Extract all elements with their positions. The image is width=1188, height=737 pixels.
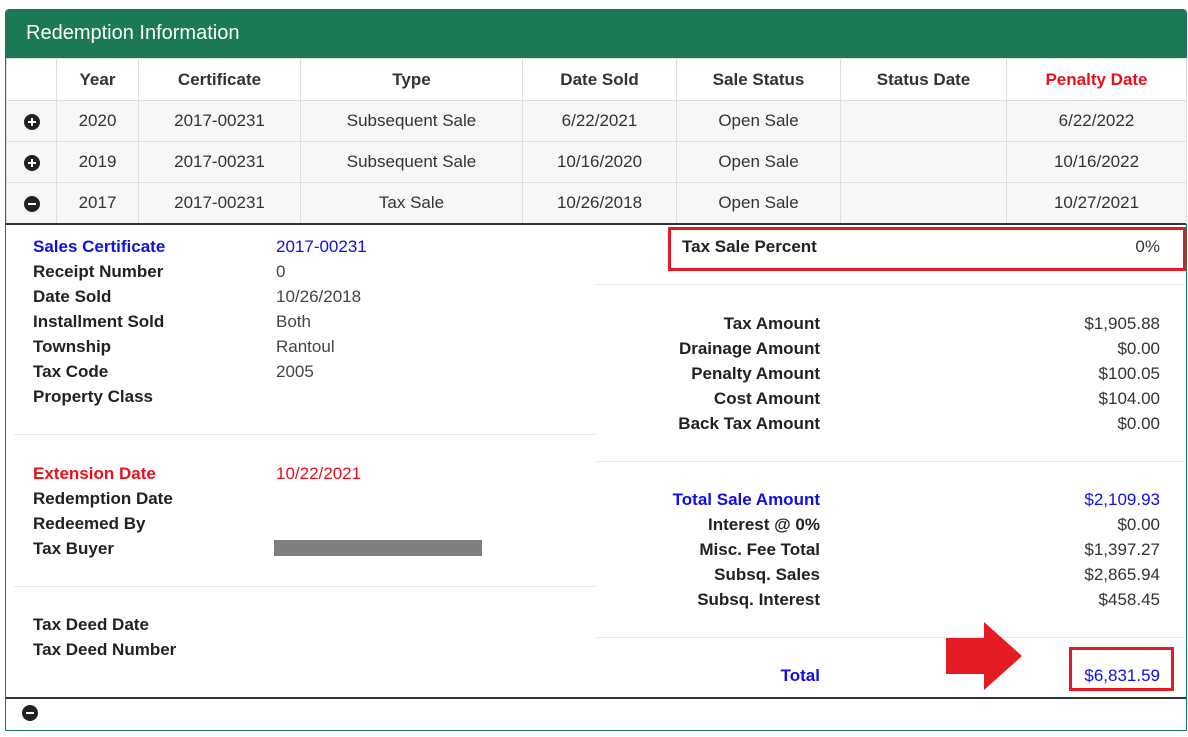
tax-buyer-label: Tax Buyer — [33, 539, 114, 558]
township-label: Township — [33, 337, 112, 356]
divider — [596, 637, 1184, 638]
row-certificate: 2017-00231 — [138, 182, 301, 224]
subsq-interest-value: $458.45 — [1098, 590, 1160, 609]
penalty-amount-label: Penalty Amount — [691, 364, 820, 383]
next-table-row — [5, 697, 1185, 737]
table-row[interactable]: 2019 2017-00231 Subsequent Sale 10/16/20… — [6, 141, 1187, 183]
tax-amount-label: Tax Amount — [723, 314, 820, 333]
collapse-toggle[interactable] — [6, 182, 57, 224]
penalty-amount-value: $100.05 — [1098, 364, 1160, 383]
red-arrow-icon — [946, 622, 1022, 690]
interest-label: Interest @ 0% — [707, 515, 820, 534]
property-class-label: Property Class — [33, 387, 153, 406]
row-type: Subsequent Sale — [300, 100, 523, 142]
tax-amount-value: $1,905.88 — [1084, 314, 1160, 333]
cost-amount-label: Cost Amount — [713, 389, 820, 408]
tax-deed-date-label: Tax Deed Date — [33, 615, 149, 634]
minus-circle-icon[interactable] — [23, 195, 40, 212]
tax-sale-percent-label: Tax Sale Percent — [682, 237, 817, 256]
subsq-sales-label: Subsq. Sales — [714, 565, 820, 584]
row-type: Subsequent Sale — [300, 141, 523, 183]
back-tax-amount-label: Back Tax Amount — [678, 414, 820, 433]
expand-toggle[interactable] — [6, 141, 57, 183]
row-status-date — [840, 182, 1007, 224]
misc-fee-total-label: Misc. Fee Total — [699, 540, 820, 559]
row-year: 2017 — [56, 182, 139, 224]
col-status-date[interactable]: Status Date — [840, 58, 1007, 101]
row-penalty-date: 10/27/2021 — [1006, 182, 1187, 224]
row-certificate: 2017-00231 — [138, 100, 301, 142]
subsq-interest-label: Subsq. Interest — [697, 590, 820, 609]
row-date-sold: 6/22/2021 — [522, 100, 677, 142]
redacted-tax-buyer — [274, 540, 482, 556]
col-year[interactable]: Year — [56, 58, 139, 101]
row-year: 2020 — [56, 100, 139, 142]
total-label: Total — [780, 666, 820, 685]
drainage-amount-label: Drainage Amount — [678, 339, 820, 358]
tax-deed-number-label: Tax Deed Number — [33, 640, 177, 659]
highlight-box-total — [1069, 647, 1174, 691]
row-type: Tax Sale — [300, 182, 523, 224]
sales-certificate-label: Sales Certificate — [33, 237, 166, 256]
plus-circle-icon[interactable] — [23, 113, 40, 130]
row-sale-status: Open Sale — [676, 141, 841, 183]
col-certificate[interactable]: Certificate — [138, 58, 301, 101]
date-sold-label: Date Sold — [33, 287, 112, 306]
row-certificate: 2017-00231 — [138, 141, 301, 183]
col-expand — [6, 58, 57, 101]
total-sale-amount-label: Total Sale Amount — [672, 490, 820, 509]
expand-toggle[interactable] — [6, 100, 57, 142]
extension-date-value: 10/22/2021 — [276, 464, 362, 483]
installment-sold-value: Both — [276, 312, 311, 331]
receipt-number-label: Receipt Number — [33, 262, 164, 281]
row-year: 2019 — [56, 141, 139, 183]
row-penalty-date: 10/16/2022 — [1006, 141, 1187, 183]
receipt-number-value: 0 — [276, 262, 286, 281]
col-date-sold[interactable]: Date Sold — [522, 58, 677, 101]
divider — [14, 586, 596, 587]
row-status-date — [840, 141, 1007, 183]
misc-fee-total-value: $1,397.27 — [1084, 540, 1160, 559]
drainage-amount-value: $0.00 — [1117, 339, 1160, 358]
row-sale-status: Open Sale — [676, 182, 841, 224]
divider — [596, 284, 1184, 285]
col-sale-status[interactable]: Sale Status — [676, 58, 841, 101]
row-date-sold: 10/26/2018 — [522, 182, 677, 224]
row-date-sold: 10/16/2020 — [522, 141, 677, 183]
sales-certificate-link[interactable]: 2017-00231 — [276, 237, 367, 257]
tax-sale-percent-value: 0% — [1135, 237, 1160, 256]
interest-value: $0.00 — [1117, 515, 1160, 534]
row-sale-status: Open Sale — [676, 100, 841, 142]
panel-header: Redemption Information — [6, 10, 1186, 58]
table-row[interactable]: 2017 2017-00231 Tax Sale 10/26/2018 Open… — [6, 182, 1187, 224]
cost-amount-value: $104.00 — [1098, 389, 1160, 408]
table-row[interactable]: 2020 2017-00231 Subsequent Sale 6/22/202… — [6, 100, 1187, 142]
minus-circle-icon[interactable] — [22, 705, 38, 721]
row-status-date — [840, 100, 1007, 142]
tax-code-value: 2005 — [276, 362, 314, 381]
redemption-table: Year Certificate Type Date Sold Sale Sta… — [6, 58, 1187, 224]
tax-code-label: Tax Code — [33, 362, 109, 381]
table-header-row: Year Certificate Type Date Sold Sale Sta… — [6, 58, 1187, 101]
extension-date-label: Extension Date — [33, 464, 156, 483]
col-penalty-date[interactable]: Penalty Date — [1006, 58, 1187, 101]
plus-circle-icon[interactable] — [23, 154, 40, 171]
installment-sold-label: Installment Sold — [33, 312, 165, 331]
redemption-date-label: Redemption Date — [33, 489, 173, 508]
subsq-sales-value: $2,865.94 — [1084, 565, 1160, 584]
row-penalty-date: 6/22/2022 — [1006, 100, 1187, 142]
date-sold-value: 10/26/2018 — [276, 287, 362, 306]
divider — [14, 434, 596, 435]
panel-title: Redemption Information — [26, 22, 240, 44]
back-tax-amount-value: $0.00 — [1117, 414, 1160, 433]
redeemed-by-label: Redeemed By — [33, 514, 146, 533]
township-value: Rantoul — [276, 337, 335, 356]
total-sale-amount-value: $2,109.93 — [1084, 490, 1160, 509]
col-type[interactable]: Type — [300, 58, 523, 101]
divider — [596, 461, 1184, 462]
